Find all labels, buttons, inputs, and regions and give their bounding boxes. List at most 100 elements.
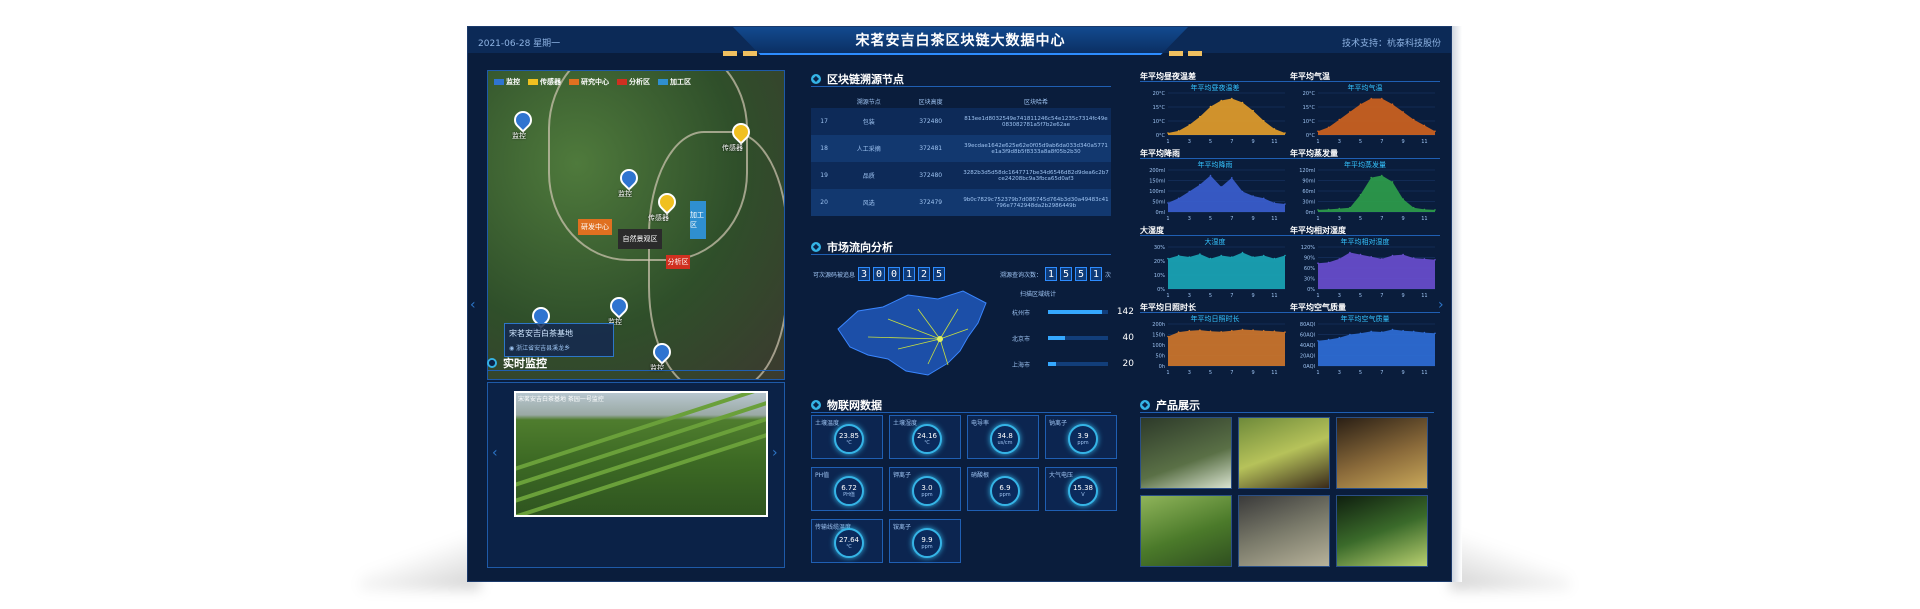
x-tick-label: 9: [1402, 216, 1405, 222]
area-research[interactable]: 研发中心: [578, 219, 612, 235]
data-point: [1370, 330, 1372, 333]
monitor-video[interactable]: 宋茗安吉白茶基地 茶园一号监控: [514, 391, 768, 517]
product-image[interactable]: [1336, 495, 1428, 567]
sensor-card[interactable]: 土壤湿度 24.16 ℃: [889, 415, 961, 459]
area-landscape[interactable]: 自然景观区: [618, 229, 662, 249]
y-tick-label: 15°C: [1303, 105, 1316, 111]
series-area: [1168, 252, 1285, 289]
legend-label: 传感器: [540, 78, 561, 86]
data-point: [1349, 111, 1351, 113]
table-row[interactable]: 17 包装 372480 813ee1d8032549e741811246c54…: [811, 108, 1111, 135]
legend-label: 监控: [506, 78, 520, 86]
table-row[interactable]: 20 风选 372479 9b0c7829c752379b7d086745d76…: [811, 189, 1111, 216]
table-row[interactable]: 19 品质 372480 3282b3d5d58dc1647717be34d65…: [811, 162, 1111, 189]
data-point: [1262, 197, 1265, 200]
product-image[interactable]: [1238, 495, 1330, 567]
sensor-card[interactable]: 钠离子 3.9 ppm: [1045, 415, 1117, 459]
products-title: 产品展示: [1156, 398, 1200, 412]
data-point: [1423, 208, 1426, 211]
area-analysis[interactable]: 分析区: [666, 255, 690, 269]
area-chart: 120% 90% 60% 30% 0%1 3 5 7 9 11: [1301, 245, 1436, 299]
data-point: [1199, 253, 1201, 255]
y-tick-label: 60ml: [1302, 189, 1315, 195]
pin-label: 监控: [618, 190, 632, 198]
chart-divider: [1290, 312, 1440, 313]
stat-row: 杭州市 142: [1012, 307, 1134, 317]
sensor-card[interactable]: 土壤温度 23.85 ℃: [811, 415, 883, 459]
col-id: [811, 94, 837, 108]
data-point: [1199, 115, 1201, 118]
sensor-card[interactable]: PH值 6.72 PH值: [811, 467, 883, 511]
sensor-card[interactable]: 传输线缆温度 27.64 ℃: [811, 519, 883, 563]
sensor-card[interactable]: 电导率 34.8 us/cm: [967, 415, 1039, 459]
photo-stage: 宋茗安吉白茶区块链大数据中心 2021-06-28 星期一 技术支持：杭泰科技股…: [0, 0, 1920, 609]
sensor-card[interactable]: 铵离子 9.9 ppm: [889, 519, 961, 563]
cell-height: 372481: [900, 135, 961, 162]
x-tick-label: 7: [1230, 139, 1233, 145]
y-tick-label: 0°C: [1156, 133, 1166, 139]
data-point: [1327, 338, 1330, 341]
trace-digit: 2: [918, 267, 931, 281]
map-panel[interactable]: 监控 传感器 研究中心 分析区 加工区 监控 传感器 监控 传感器 监控 监控 …: [487, 70, 785, 380]
area-processing[interactable]: 加工区: [690, 201, 706, 239]
y-tick-label: 40AQI: [1300, 343, 1315, 349]
product-image[interactable]: [1140, 417, 1232, 489]
camera-icon[interactable]: [606, 293, 632, 319]
data-point: [1412, 206, 1415, 209]
sensor-name: 大气电压: [1049, 472, 1074, 479]
data-point: [1188, 329, 1191, 332]
data-point: [1434, 332, 1436, 335]
x-tick-label: 7: [1380, 370, 1383, 376]
monitor-next-icon[interactable]: ›: [772, 445, 778, 461]
y-tick-label: 50ml: [1152, 200, 1165, 206]
base-info-box[interactable]: 宋茗安吉白茶基地 ◉ 浙江省安吉县溪龙乡: [504, 323, 614, 357]
x-tick-label: 5: [1359, 216, 1362, 222]
area-chart: 120ml 90ml 60ml 30ml 0ml1 3 5 7 9 11: [1299, 168, 1436, 222]
data-point: [1423, 124, 1426, 127]
data-point: [1317, 340, 1319, 342]
tech-support-label: 技术支持：: [1341, 39, 1387, 49]
series-area: [1318, 175, 1435, 212]
x-tick-label: 11: [1421, 293, 1427, 299]
china-map[interactable]: [828, 289, 993, 381]
sensor-card[interactable]: 大气电压 15.38 V: [1045, 467, 1117, 511]
product-image[interactable]: [1336, 417, 1428, 489]
x-tick-label: 3: [1188, 139, 1191, 145]
data-point: [1370, 97, 1372, 100]
area-chart: 30% 20% 10% 0%1 3 5 7 9 11: [1154, 245, 1286, 299]
x-tick-label: 5: [1209, 370, 1212, 376]
trace-label: 可次源码被追息: [813, 271, 856, 279]
cell-node: 包装: [837, 108, 901, 135]
x-tick-label: 11: [1421, 216, 1427, 222]
x-tick-label: 3: [1338, 370, 1341, 376]
sensor-card[interactable]: 钾离子 3.0 ppm: [889, 467, 961, 511]
camera-icon[interactable]: [510, 107, 536, 133]
x-tick-label: 5: [1209, 139, 1212, 145]
y-tick-label: 30ml: [1302, 200, 1315, 206]
series-area: [1318, 98, 1435, 135]
data-point: [1349, 251, 1351, 254]
x-tick-label: 3: [1338, 139, 1341, 145]
y-tick-label: 60AQI: [1300, 333, 1315, 339]
chart-card: 年平均日照时长 年平均日照时长 200h 150h 100h 50h 0h 1 3 5 7 9 11: [1140, 302, 1290, 377]
data-point: [1338, 118, 1341, 121]
data-point: [1262, 254, 1265, 257]
chart-divider: [1290, 81, 1440, 82]
product-image[interactable]: [1238, 417, 1330, 489]
y-tick-label: 20°C: [1303, 91, 1316, 97]
sensor-value: 27.64: [838, 536, 860, 544]
legend-swatch: [658, 79, 668, 85]
cell-hash: 9b0c7829c752379b7d086745d764b3d30a49483c…: [961, 189, 1111, 216]
monitor-prev-icon[interactable]: ‹: [492, 445, 498, 461]
monitor-icon: ●: [487, 357, 497, 368]
chart-divider: [1290, 235, 1440, 236]
cell-id: 19: [811, 162, 838, 189]
data-point: [1338, 207, 1341, 210]
tech-support-company: 杭泰科技股份: [1386, 39, 1441, 49]
table-row[interactable]: 18 人工采摘 372481 39ecdae1642e625e62e0f05d9…: [811, 135, 1111, 162]
legend-item: 加工区: [658, 77, 691, 87]
iot-icon: ◆: [811, 399, 821, 410]
sensor-card[interactable]: 硝酸根 6.9 ppm: [967, 467, 1039, 511]
prev-page-arrow-icon[interactable]: ‹: [470, 297, 476, 313]
product-image[interactable]: [1140, 495, 1232, 567]
